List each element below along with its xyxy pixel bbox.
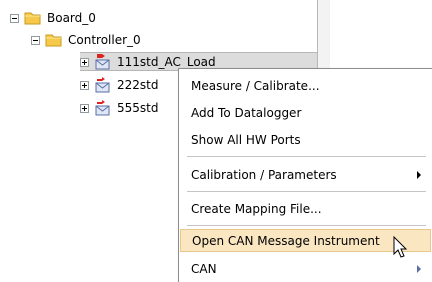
menu-item-add-to-datalogger[interactable]: Add To Datalogger [180,101,431,124]
menu-item-calibration-parameters[interactable]: Calibration / Parameters [180,163,431,186]
menu-item-label: Measure / Calibrate... [191,78,320,93]
folder-icon [24,12,41,25]
tree-node-label: 555std [117,101,159,115]
submenu-arrow-icon [417,171,421,179]
can-message-icon [95,100,110,116]
tree-node-board[interactable]: Board_0 [10,9,98,27]
can-message-icon [95,54,110,70]
menu-item-label: Calibration / Parameters [191,167,337,182]
can-message-icon [95,77,110,93]
submenu-arrow-icon [417,265,421,273]
tree-node-controller[interactable]: Controller_0 [31,31,143,49]
menu-item-label: Open CAN Message Instrument [192,233,380,248]
menu-separator [187,191,426,192]
menu-item-label: CAN [191,261,217,276]
menu-item-show-all-hw-ports[interactable]: Show All HW Ports [180,128,431,151]
collapse-icon[interactable] [31,35,40,45]
menu-separator [187,225,426,226]
menu-separator [187,156,426,157]
tree-node-message[interactable]: 555std [80,99,160,117]
menu-item-label: Create Mapping File... [191,201,322,216]
folder-icon [45,34,62,47]
menu-item-label: Add To Datalogger [191,105,302,120]
tree-node-label: Controller_0 [68,33,141,47]
collapse-icon[interactable] [10,13,19,23]
expand-icon[interactable] [80,80,89,90]
expand-icon[interactable] [80,57,89,67]
menu-item-can[interactable]: CAN [180,257,431,280]
menu-item-label: Show All HW Ports [191,132,301,147]
tree-node-message[interactable]: 222std [80,76,160,94]
tree-node-label: 222std [117,78,159,92]
tree-node-label: Board_0 [47,11,96,25]
menu-item-measure-calibrate[interactable]: Measure / Calibrate... [180,74,431,97]
menu-item-create-mapping-file[interactable]: Create Mapping File... [180,197,431,220]
mouse-pointer-icon [393,236,408,258]
expand-icon[interactable] [80,103,89,113]
